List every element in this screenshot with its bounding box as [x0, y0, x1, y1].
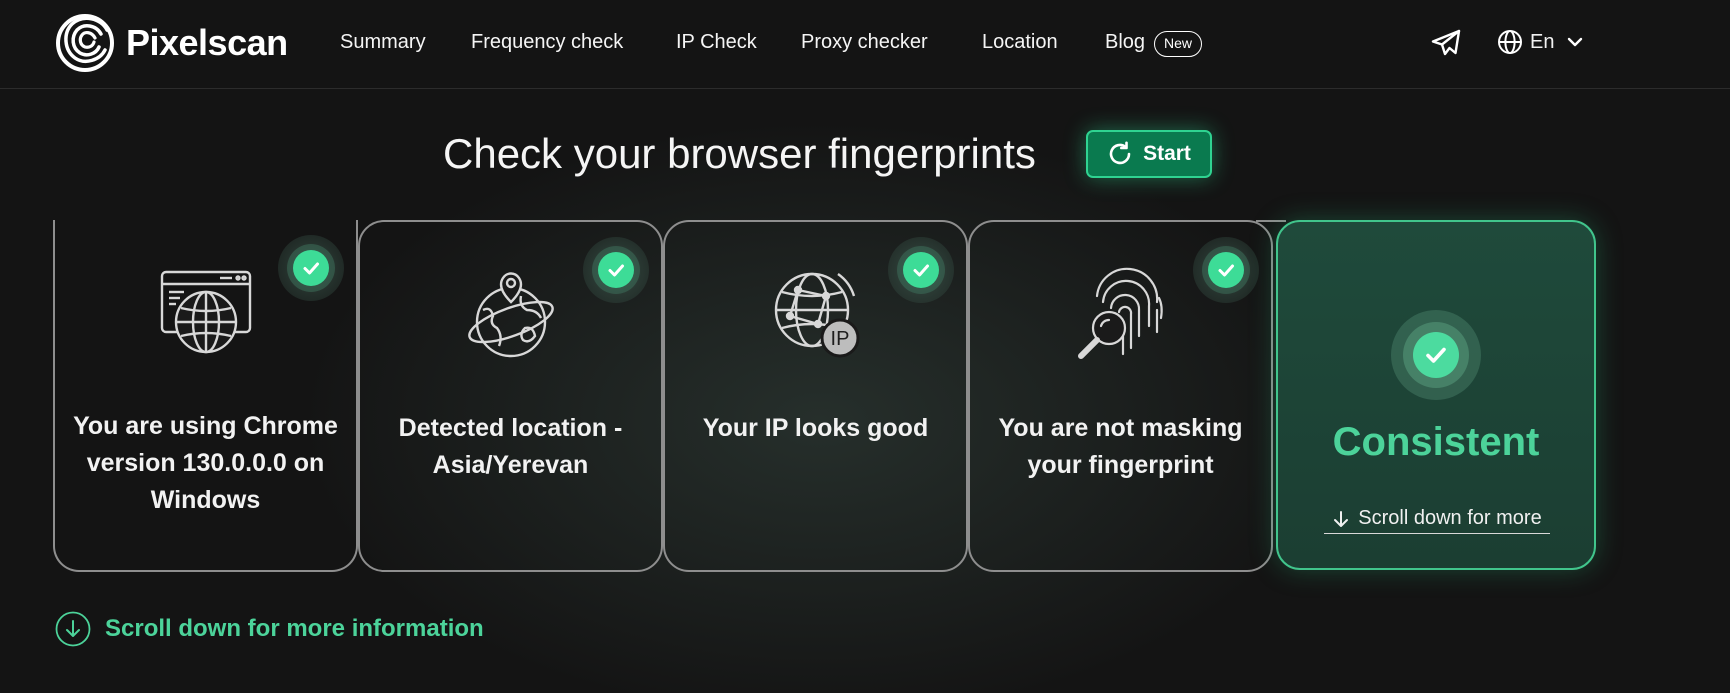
- language-code: En: [1530, 30, 1555, 53]
- globe-icon: [1498, 30, 1522, 54]
- check-icon: [303, 262, 319, 275]
- refresh-icon: [1109, 141, 1131, 165]
- start-button[interactable]: Start: [1086, 130, 1212, 178]
- browser-card: You are using Chrome version 130.0.0.0 o…: [53, 220, 358, 572]
- check-badge: [888, 237, 954, 303]
- fingerprint-card: You are not masking your fingerprint: [968, 220, 1286, 572]
- check-badge: [583, 237, 649, 303]
- scroll-down-link[interactable]: Scroll down for more: [1324, 504, 1550, 534]
- check-icon: [913, 264, 929, 277]
- language-selector[interactable]: En: [1497, 29, 1584, 55]
- check-badge: [278, 235, 344, 301]
- ip-globe-icon: IP: [774, 272, 859, 358]
- arrow-down-icon: [1334, 510, 1349, 527]
- result-status: Consistent: [1332, 420, 1540, 464]
- start-label: Start: [1143, 142, 1191, 165]
- location-card: Detected location - Asia/Yerevan: [358, 220, 663, 572]
- location-globe-icon: [467, 272, 554, 358]
- page-title: Check your browser fingerprints: [443, 130, 1036, 177]
- scroll-more-information-label: Scroll down for more information: [105, 615, 484, 642]
- ip-icon-label: IP: [830, 328, 849, 350]
- nav-blog[interactable]: Blog: [1105, 31, 1145, 54]
- scroll-down-label: Scroll down for more: [1358, 507, 1542, 529]
- card-border-extension: [1256, 220, 1286, 222]
- check-icon: [1218, 264, 1234, 277]
- check-icon: [1426, 347, 1446, 363]
- nav-frequency-check[interactable]: Frequency check: [471, 31, 623, 54]
- arrow-down-circle-icon: [55, 611, 91, 647]
- ip-card: IP Your IP looks good: [663, 220, 968, 572]
- telegram-icon[interactable]: [1430, 28, 1462, 58]
- check-icon: [608, 264, 624, 277]
- nav-summary[interactable]: Summary: [340, 31, 426, 54]
- brand-name: Pixelscan: [126, 22, 288, 63]
- ip-card-text: Your IP looks good: [702, 414, 929, 442]
- pixelscan-logo-icon: [56, 14, 114, 72]
- fingerprint-card-text: You are not masking your fingerprint: [998, 414, 1243, 479]
- location-card-text: Detected location - Asia/Yerevan: [398, 414, 623, 479]
- logo[interactable]: Pixelscan: [55, 12, 288, 74]
- result-check-badge: [1391, 310, 1481, 400]
- chevron-down-icon: [1568, 37, 1583, 47]
- check-badge: [1193, 237, 1259, 303]
- result-card: Consistent Scroll down for more: [1276, 220, 1596, 570]
- nav-location[interactable]: Location: [982, 31, 1058, 54]
- nav-proxy-checker[interactable]: Proxy checker: [801, 31, 928, 54]
- browser-globe-icon: [160, 270, 251, 354]
- browser-card-text: You are using Chrome version 130.0.0.0 o…: [73, 412, 338, 514]
- top-navbar: Pixelscan Summary Frequency check IP Che…: [0, 0, 1730, 89]
- fingerprint-search-icon: [1077, 267, 1163, 359]
- scroll-more-information-link[interactable]: Scroll down for more information: [55, 611, 484, 647]
- blog-new-badge: New: [1154, 31, 1203, 57]
- nav-ip-check[interactable]: IP Check: [676, 31, 757, 54]
